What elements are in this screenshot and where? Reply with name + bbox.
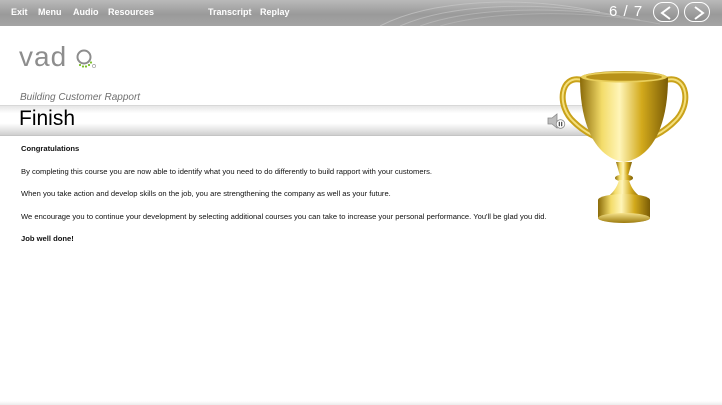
page-counter: 6 / 7 [609, 3, 644, 20]
exit-link[interactable]: Exit [11, 7, 28, 17]
top-toolbar: Exit Menu Audio Resources Transcript Rep… [0, 0, 722, 26]
course-title: Building Customer Rapport [20, 92, 141, 103]
chevron-right-icon [694, 6, 705, 20]
vado-logo-ring-icon [76, 49, 96, 68]
title-band [0, 105, 590, 136]
content-paragraph-1: By completing this course you are now ab… [21, 166, 432, 176]
vado-logo-text: vad [19, 41, 68, 72]
content-heading: Congratulations [21, 144, 80, 153]
page-title: Finish [19, 107, 76, 130]
content-area: Congratulations By completing this cours… [21, 143, 566, 256]
bottom-divider [0, 401, 722, 405]
content-paragraph-3: We encourage you to continue your develo… [21, 211, 547, 221]
resources-link[interactable]: Resources [108, 7, 154, 17]
previous-button[interactable] [653, 2, 679, 22]
next-button[interactable] [684, 2, 710, 22]
chevron-left-icon [660, 6, 671, 20]
content-closing: Job well done! [21, 234, 74, 243]
audio-link[interactable]: Audio [73, 7, 99, 17]
replay-link[interactable]: Replay [260, 7, 290, 17]
transcript-link[interactable]: Transcript [208, 7, 252, 17]
menu-link[interactable]: Menu [38, 7, 62, 17]
content-paragraph-2: When you take action and develop skills … [21, 189, 391, 198]
trophy-icon [559, 71, 689, 223]
